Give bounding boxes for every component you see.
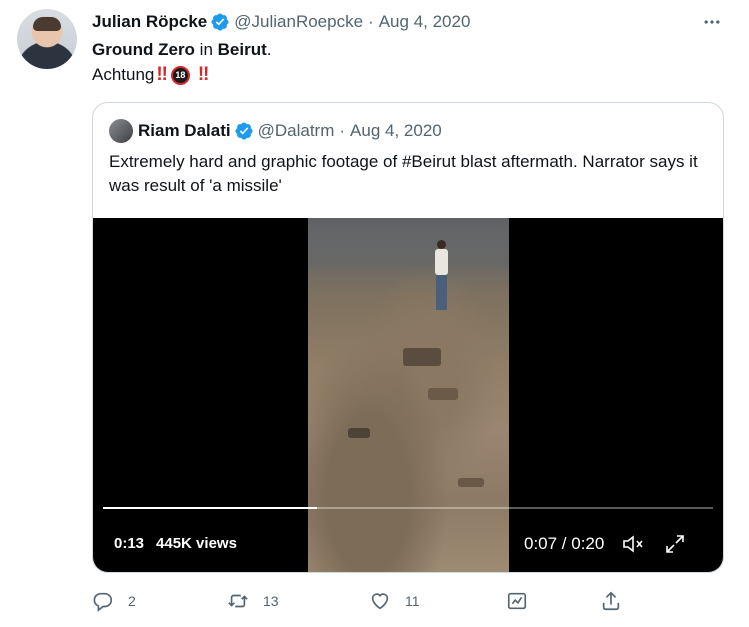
quoted-tweet-date[interactable]: Aug 4, 2020 <box>350 121 442 141</box>
video-progress-fill <box>103 507 317 509</box>
reply-icon <box>93 592 113 612</box>
analytics-button[interactable] <box>506 588 528 614</box>
quoted-tweet-header: Riam Dalati @Dalatrm · Aug 4, 2020 <box>138 119 442 143</box>
tweet-actions: 2 13 11 <box>92 588 692 614</box>
video-views: 445K views <box>156 535 237 552</box>
quoted-author-name[interactable]: Riam Dalati <box>138 121 231 141</box>
retweet-count: 13 <box>263 593 279 609</box>
more-icon[interactable] <box>700 12 724 32</box>
text-achtung: Achtung <box>92 65 155 84</box>
video-controls: 0:07 / 0:20 <box>524 531 688 557</box>
video-progress-bar[interactable] <box>103 507 713 509</box>
video-time-display: 0:07 / 0:20 <box>524 534 605 553</box>
text-period: . <box>266 40 272 59</box>
analytics-icon <box>507 592 527 610</box>
author-name[interactable]: Julian Röpcke <box>92 12 207 32</box>
reply-count: 2 <box>128 593 136 609</box>
tweet-header: Julian Röpcke @JulianRoepcke · Aug 4, 20… <box>92 10 470 34</box>
retweet-button[interactable]: 13 <box>227 588 279 614</box>
like-count: 11 <box>405 593 420 609</box>
reply-button[interactable]: 2 <box>92 588 136 614</box>
video-person-figure <box>434 240 448 310</box>
video-frame <box>308 218 509 572</box>
retweet-icon <box>228 594 248 608</box>
like-icon <box>371 593 389 610</box>
like-button[interactable]: 11 <box>369 588 420 614</box>
share-button[interactable] <box>600 588 622 614</box>
quoted-tweet[interactable]: Riam Dalati @Dalatrm · Aug 4, 2020 Extre… <box>92 102 724 573</box>
double-exclamation-icon: ‼ <box>197 64 210 85</box>
verified-icon <box>210 12 230 32</box>
tweet-text-line2: Achtung ‼ 18 ‼ <box>92 63 210 87</box>
text-bold-beirut: Beirut <box>217 40 267 59</box>
mute-icon[interactable] <box>620 531 646 557</box>
no-under-18-icon: 18 <box>170 65 190 85</box>
text-bold-ground-zero: Ground Zero <box>92 40 195 59</box>
tweet-text-line1: Ground Zero in Beirut. <box>92 38 272 62</box>
video-stats: 0:13 445K views <box>114 535 237 552</box>
share-icon <box>602 591 620 611</box>
quoted-author-avatar[interactable] <box>109 119 133 143</box>
separator-dot: · <box>368 12 374 31</box>
tweet-date[interactable]: Aug 4, 2020 <box>379 12 471 32</box>
quoted-tweet-text: Extremely hard and graphic footage of #B… <box>109 152 698 195</box>
verified-icon <box>234 121 254 141</box>
separator-dot: · <box>339 121 346 140</box>
double-exclamation-icon: ‼ <box>156 64 168 85</box>
author-avatar[interactable] <box>17 9 77 69</box>
quoted-author-handle[interactable]: @Dalatrm <box>258 121 335 141</box>
author-handle[interactable]: @JulianRoepcke <box>234 12 363 32</box>
video-player[interactable]: 0:13 445K views 0:07 / 0:20 <box>93 218 723 572</box>
fullscreen-icon[interactable] <box>662 531 688 557</box>
video-elapsed: 0:13 <box>114 535 145 552</box>
text-in: in <box>194 40 218 59</box>
